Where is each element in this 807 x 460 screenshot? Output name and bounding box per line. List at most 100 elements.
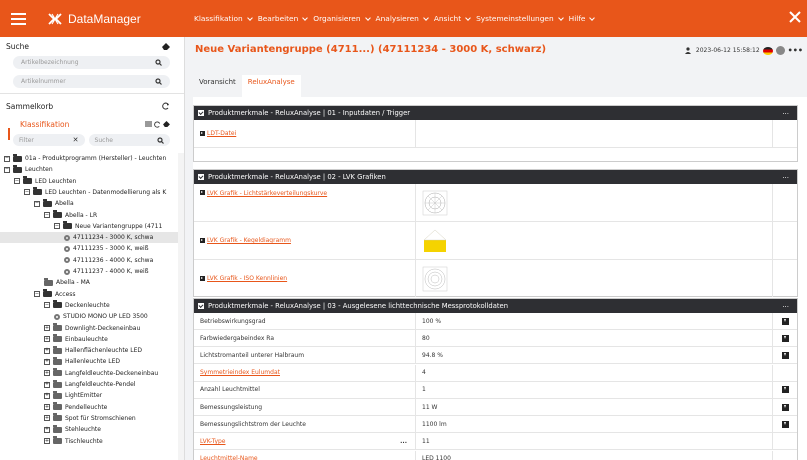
clear-icon[interactable]: ✕ [73,136,79,144]
user-avatar[interactable] [775,46,785,55]
tree-item[interactable]: + Langfeldleuchte-Pendel [44,379,135,390]
panel-menu[interactable]: ... [782,172,789,180]
tree-item[interactable]: − 01a - Produktprogramm (Hersteller) - Le… [4,153,166,164]
collapse-toggle-icon[interactable]: − [54,223,60,230]
tree-item[interactable]: + LightEmitter [44,390,102,401]
menu-bearbeiten[interactable]: Bearbeiten [258,14,309,23]
ldt-datei-link[interactable]: LDT-Datei [207,130,236,137]
expand-toggle-icon[interactable]: + [44,358,50,365]
tree-item[interactable]: + Tischleuchte [44,436,103,447]
download-icon[interactable] [781,386,789,394]
hamburger-menu-icon[interactable] [0,0,36,37]
collapse-toggle-icon[interactable]: − [34,291,40,298]
artikelbezeichnung-input[interactable]: Artikelbezeichnung [13,56,170,69]
panel-menu[interactable]: ... [782,301,789,309]
close-icon[interactable] [789,11,801,23]
collapse-toggle-icon[interactable]: − [14,178,20,185]
klassifikation-header[interactable]: Klassifikation [0,117,184,131]
menu-systemeinstellungen[interactable]: Systemeinstellungen [476,14,564,23]
search-icon[interactable] [157,136,164,144]
menu-hilfe[interactable]: Hilfe [569,14,596,23]
property-label[interactable]: LVK-Type [200,438,226,445]
expand-toggle-icon[interactable]: + [44,370,50,377]
lvk-kegel-link[interactable]: LVK Grafik - Kegeldiagramm [207,237,291,244]
iso-lines-image[interactable] [422,266,448,292]
tree-item[interactable]: − Abella - LR [44,210,97,221]
tree-item[interactable]: − LED Leuchten [14,176,76,187]
property-label[interactable]: Leuchtmittel-Name [200,455,258,460]
artikelnummer-input[interactable]: Artikelnummer [13,75,170,88]
expand-toggle-icon[interactable]: + [44,404,50,411]
expand-toggle-icon[interactable]: + [44,426,50,433]
download-icon[interactable] [781,403,789,411]
expand-toggle-icon[interactable]: + [44,325,50,331]
tree-item[interactable]: − Neue Variantengruppe (4711 [54,221,162,232]
tree-item[interactable]: − LED Leuchten - Datenmodellierung als K [24,187,166,198]
menu-organisieren[interactable]: Organisieren [313,14,371,23]
refresh-icon[interactable] [154,121,161,128]
polar-diagram-image[interactable] [422,190,448,216]
tree-item[interactable]: + Hallenflächenleuchte LED [44,345,142,356]
tree-item[interactable]: + Pendelleuchte [44,402,107,413]
collapse-toggle-icon[interactable]: − [44,302,50,309]
german-flag-icon[interactable] [762,46,773,55]
tree-item[interactable]: 47111235 - 3000 K, weiß [64,243,149,254]
expand-toggle-icon[interactable]: + [44,336,50,343]
tree-item[interactable]: + Einbauleuchte [44,334,108,345]
tree-item[interactable]: 47111234 - 3000 K, schwa [0,232,178,244]
tree-item[interactable]: + Hallenleuchte LED [44,356,120,367]
panel-header[interactable]: Produktmerkmale - ReluxAnalyse | 01 - In… [194,106,797,120]
collapse-icon[interactable] [198,174,204,180]
tree-item[interactable]: − Leuchten [4,164,53,175]
property-label[interactable]: Symmetrieindex Eulumdat [200,369,280,376]
menu-analysieren[interactable]: Analysieren [376,14,429,23]
tree-item[interactable]: + Stehleuchte [44,424,101,435]
panel-header[interactable]: Produktmerkmale - ReluxAnalyse | 02 - LV… [194,170,797,184]
tree-item[interactable]: 47111236 - 4000 K, schwa [64,255,153,266]
tree-item[interactable]: + Downlight-Deckeneinbau [44,323,140,334]
eraser-icon[interactable] [163,121,170,127]
refresh-icon[interactable] [162,102,170,110]
download-icon[interactable] [781,351,789,359]
menu-ansicht[interactable]: Ansicht [434,14,471,23]
collapse-icon[interactable] [198,303,204,309]
more-menu[interactable]: ••• [788,46,803,55]
collapse-toggle-icon[interactable]: − [24,189,30,196]
tree-item[interactable]: + Spot für Stromschienen [44,413,136,424]
list-icon[interactable] [145,121,152,127]
lvk-lichtstaerke-link[interactable]: LVK Grafik - Lichtstärkeverteilungskurve [207,190,327,197]
tree-item[interactable]: − Abella [34,198,74,209]
collapse-toggle-icon[interactable]: − [44,212,50,218]
tree-item[interactable]: 47111237 - 4000 K, weiß [64,266,149,277]
lvk-iso-link[interactable]: LVK Grafik - ISO Kennlinien [207,275,287,282]
tree-item[interactable]: − Access [34,289,76,300]
collapse-toggle-icon[interactable]: − [4,166,10,173]
tree-item[interactable]: STUDIO MONO UP LED 3500 [54,311,148,322]
eraser-icon[interactable] [162,42,170,50]
tree-item[interactable]: Abella - MA [44,277,90,288]
download-icon[interactable] [781,420,789,428]
tree-item[interactable]: + Langfeldleuchte-Deckeneinbau [44,368,158,379]
tree-scrollbar[interactable] [178,153,184,460]
row-more-menu[interactable]: ... [400,438,407,445]
sammelkorb-header[interactable]: Sammelkorb [0,99,184,113]
download-icon[interactable] [781,334,789,342]
tab-voransicht[interactable]: Voransicht [193,75,242,89]
menu-klassifikation[interactable]: Klassifikation [194,14,253,23]
panel-menu[interactable]: ... [782,108,789,116]
collapse-icon[interactable] [198,110,204,116]
users-icon[interactable] [684,47,693,54]
expand-toggle-icon[interactable]: + [44,392,50,399]
expand-toggle-icon[interactable]: + [44,381,50,388]
search-icon[interactable] [155,59,162,66]
tree-search-input[interactable]: Suche [88,134,170,146]
download-icon[interactable] [781,317,789,325]
filter-input[interactable]: Filter ✕ [13,134,85,146]
panel-header[interactable]: Produktmerkmale - ReluxAnalyse | 03 - Au… [194,299,797,313]
expand-toggle-icon[interactable]: + [44,415,50,422]
tree-item[interactable]: − Deckenleuchte [44,300,110,311]
collapse-toggle-icon[interactable]: − [4,155,10,162]
expand-toggle-icon[interactable]: + [44,438,50,444]
search-icon[interactable] [155,78,162,85]
expand-toggle-icon[interactable]: + [44,347,50,354]
